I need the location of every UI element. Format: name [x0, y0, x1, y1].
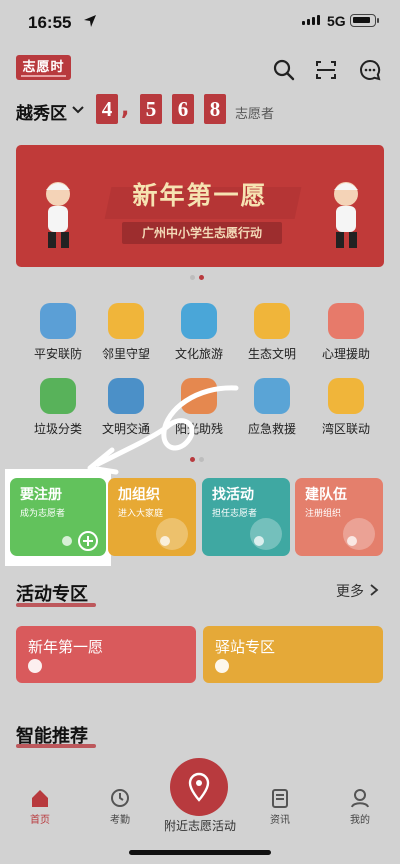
- recycle-icon: [40, 378, 76, 414]
- card-illustration: [156, 518, 188, 550]
- check-icon: [62, 536, 72, 546]
- battery-icon: [350, 14, 379, 27]
- signal-icon: [302, 15, 320, 25]
- status-bar: 16:55 5G: [0, 0, 400, 44]
- plane-icon: [181, 303, 217, 339]
- logo-text: 志愿时: [22, 60, 65, 75]
- action-card-title: 建队伍: [305, 487, 347, 503]
- card-illustration: [250, 518, 282, 550]
- bridge-icon: [328, 378, 364, 414]
- pointing-arrow: [87, 385, 239, 475]
- service-item[interactable]: 生态文明: [236, 303, 308, 367]
- action-card-title: 加组织: [118, 487, 160, 503]
- action-card[interactable]: 建队伍 注册组织: [295, 478, 383, 556]
- action-card-subtitle: 担任志愿者: [212, 509, 258, 519]
- service-label: 生态文明: [247, 347, 296, 361]
- activity-card-station[interactable]: 驿站专区: [203, 626, 383, 683]
- volunteer-count-digit: 5: [140, 94, 162, 124]
- action-card-title: 要注册: [20, 487, 62, 503]
- attendance-icon: [111, 789, 129, 807]
- activity-card-new-year[interactable]: 新年第一愿: [16, 626, 196, 683]
- action-card-subtitle: 成为志愿者: [20, 509, 66, 519]
- volunteer-count-digit: 6: [172, 94, 194, 124]
- news-icon: [272, 789, 288, 808]
- add-icon: [78, 531, 98, 551]
- arrow-circle-icon: [215, 659, 229, 673]
- service-label: 文化旅游: [174, 347, 223, 361]
- scan-icon[interactable]: [314, 58, 338, 82]
- section-underline: [16, 603, 96, 607]
- card-illustration: [343, 518, 375, 550]
- activity-card-title: 驿站专区: [215, 638, 276, 656]
- profile-icon: [351, 789, 369, 808]
- tab-home[interactable]: 首页: [10, 785, 70, 826]
- more-link[interactable]: 更多: [336, 581, 364, 601]
- mascot-left-image: [46, 182, 70, 248]
- banner-pagination: [190, 275, 204, 280]
- service-label: 邻里守望: [101, 347, 150, 361]
- location-pin-icon: [188, 772, 210, 802]
- section-underline: [16, 744, 96, 748]
- action-card[interactable]: 加组织 进入大家庭: [108, 478, 196, 556]
- banner-subtitle: 广州中小学生志愿行动: [122, 222, 282, 244]
- service-label: 心理援助: [321, 347, 370, 361]
- home-icon: [32, 790, 48, 807]
- first-aid-icon: [254, 378, 290, 414]
- people-icon: [108, 303, 144, 339]
- action-card-subtitle: 进入大家庭: [118, 509, 164, 519]
- status-time: 16:55: [28, 13, 72, 32]
- nearby-activities-button[interactable]: [170, 758, 228, 816]
- service-item[interactable]: 邻里守望: [90, 303, 162, 367]
- service-label: 湾区联动: [321, 422, 370, 436]
- service-label: 应急救援: [247, 422, 296, 436]
- app-logo: 志愿时: [16, 55, 71, 80]
- service-item[interactable]: 文化旅游: [163, 303, 235, 367]
- action-card-subtitle: 注册组织: [305, 509, 342, 519]
- location-arrow-icon: [84, 15, 96, 27]
- tab-label: 首页: [30, 815, 50, 826]
- service-label: 平安联防: [33, 347, 82, 361]
- service-item[interactable]: 湾区联动: [310, 378, 382, 442]
- chevron-down-icon[interactable]: [70, 102, 86, 118]
- action-card-title: 找活动: [212, 487, 254, 503]
- region-selector[interactable]: 越秀区: [16, 99, 67, 124]
- heart-icon: [328, 303, 364, 339]
- mascot-right-image: [334, 182, 358, 248]
- service-item[interactable]: 心理援助: [310, 303, 382, 367]
- action-card[interactable]: 找活动 担任志愿者: [202, 478, 290, 556]
- search-icon[interactable]: [272, 58, 296, 82]
- tab-label: 我的: [350, 815, 370, 826]
- nearby-activities-label: 附近志愿活动: [163, 819, 236, 833]
- service-label: 垃圾分类: [33, 422, 82, 436]
- arrow-circle-icon: [28, 659, 42, 673]
- volunteer-count-suffix: 志愿者: [235, 107, 275, 122]
- volunteer-count-comma: ,: [121, 96, 130, 121]
- chevron-right-icon[interactable]: [368, 583, 380, 597]
- service-item[interactable]: 应急救援: [236, 378, 308, 442]
- message-icon[interactable]: [358, 58, 382, 82]
- shield-icon: [40, 303, 76, 339]
- service-item[interactable]: 平安联防: [22, 303, 94, 367]
- activity-card-title: 新年第一愿: [28, 638, 104, 656]
- volunteer-count-digit: 8: [204, 94, 226, 124]
- service-item[interactable]: 垃圾分类: [22, 378, 94, 442]
- banner-title: 新年第一愿: [132, 181, 268, 210]
- tab-profile[interactable]: 我的: [330, 785, 390, 826]
- action-card[interactable]: 要注册 成为志愿者: [10, 478, 106, 556]
- planet-icon: [254, 303, 290, 339]
- home-indicator: [129, 850, 271, 855]
- network-type: 5G: [327, 13, 346, 29]
- volunteer-count-digit: 4: [96, 94, 118, 124]
